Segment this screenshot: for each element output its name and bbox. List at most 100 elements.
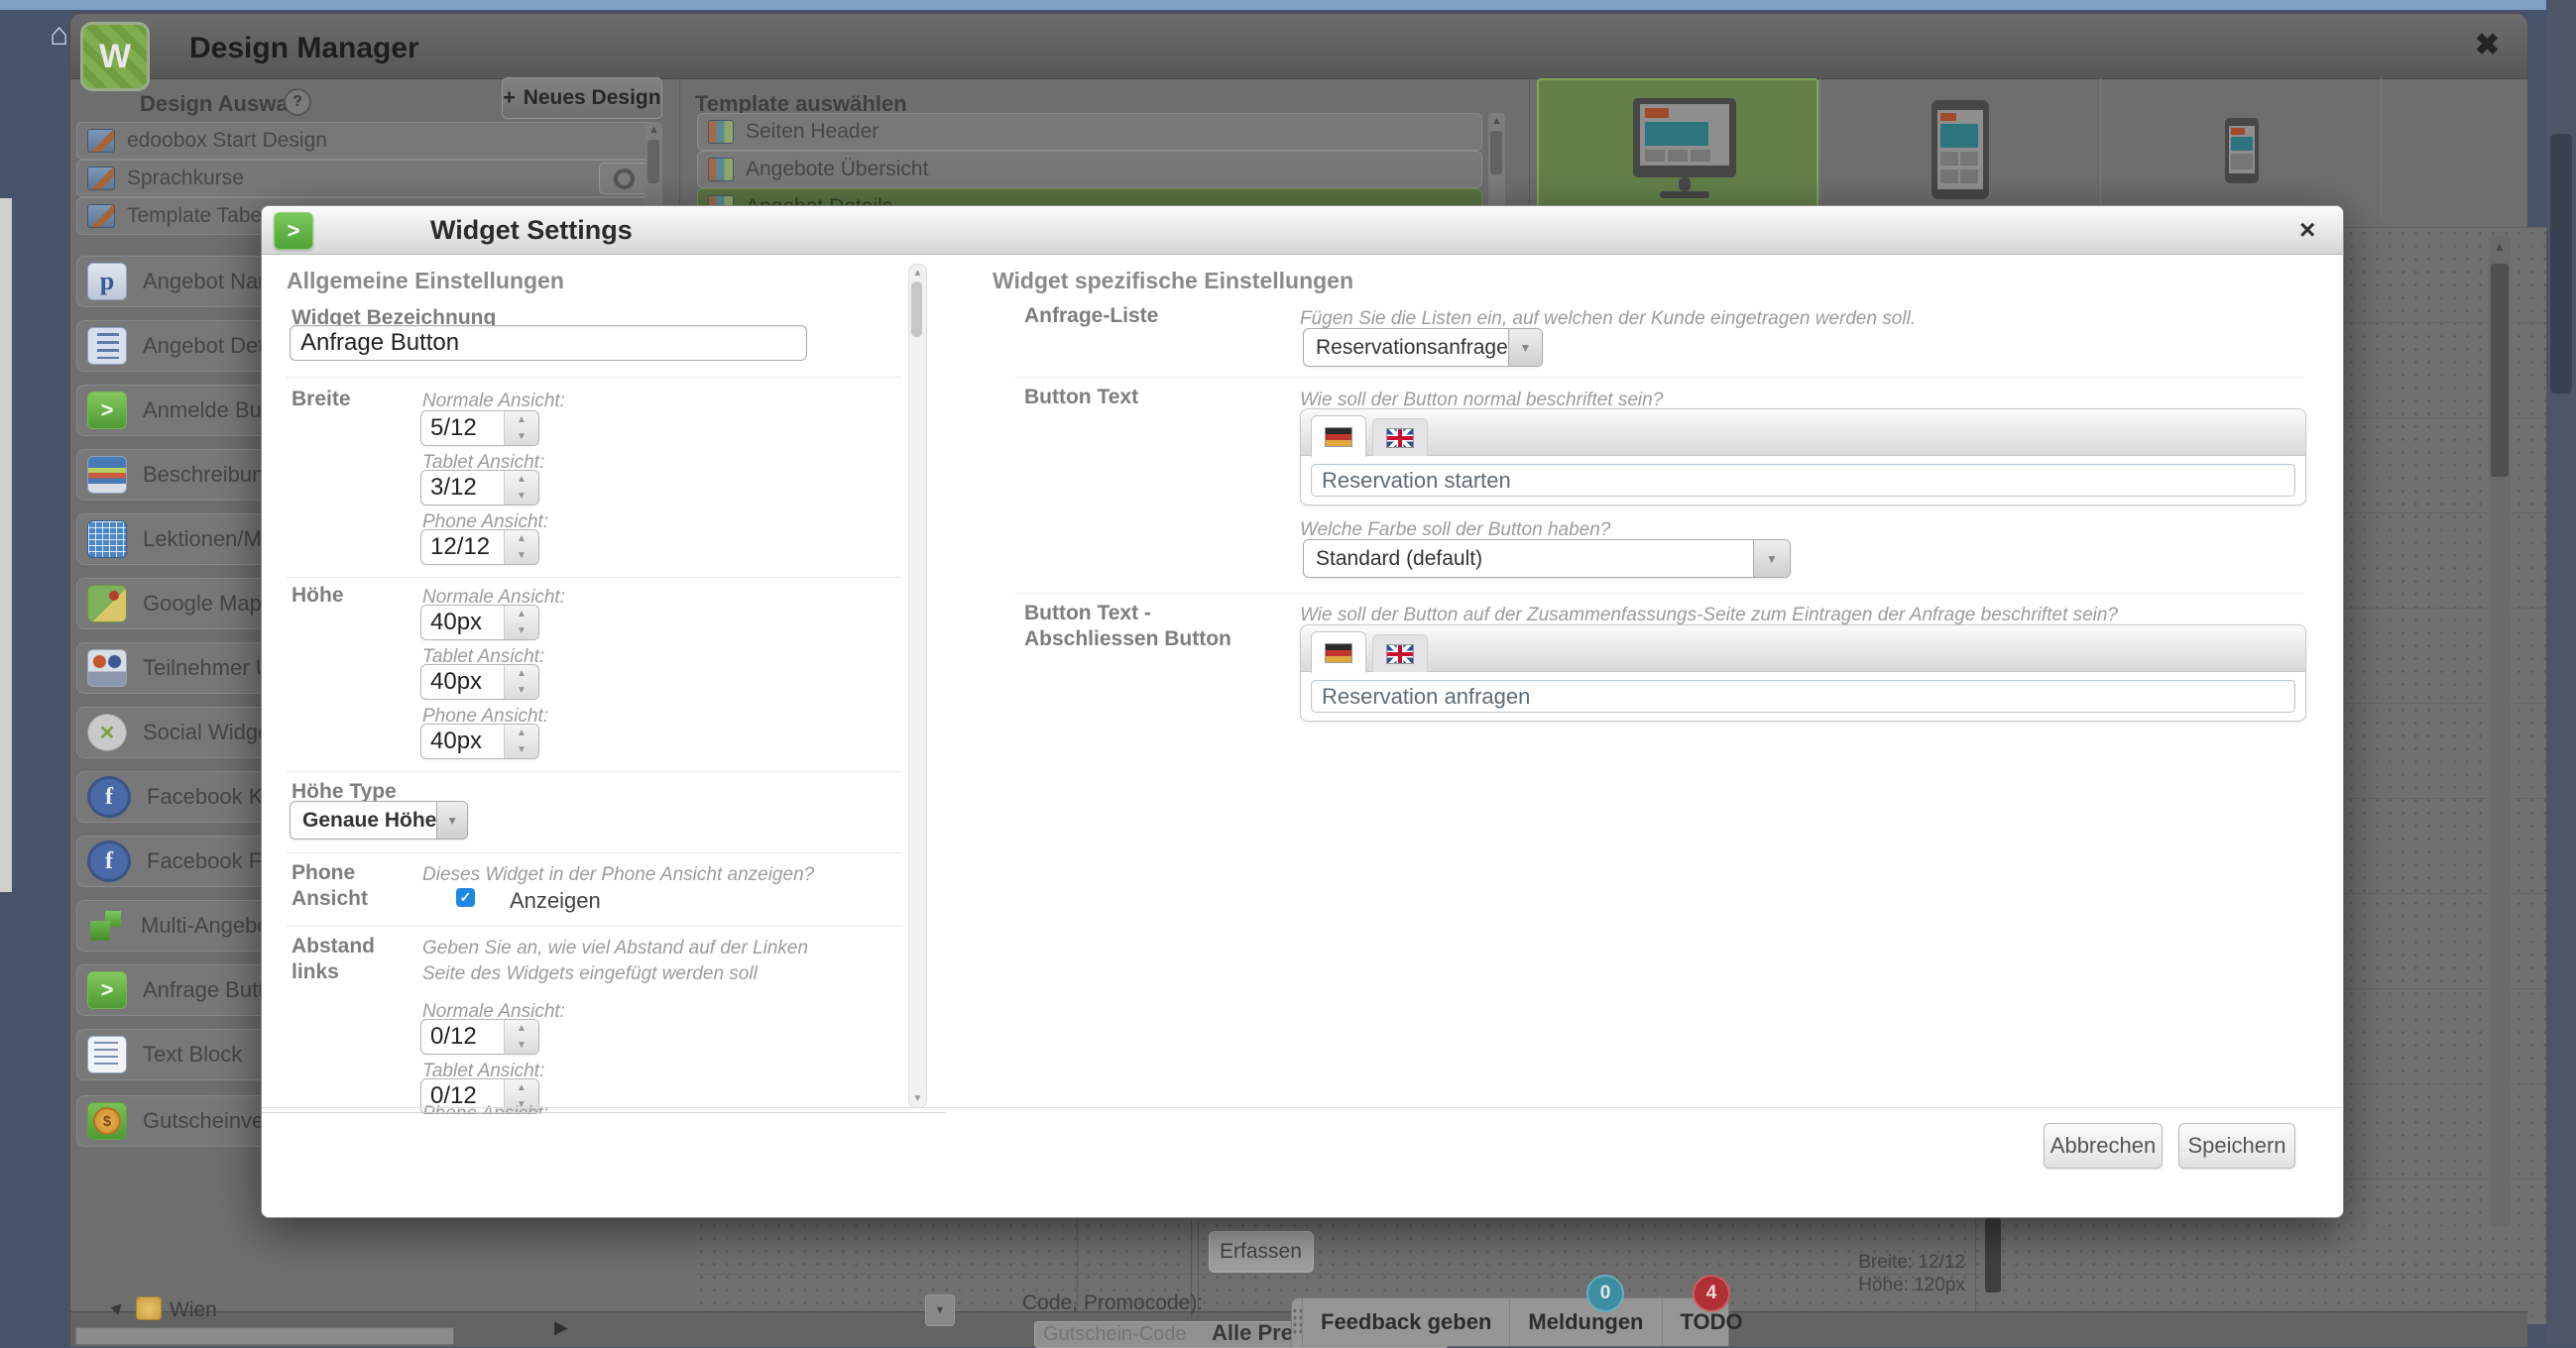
anzeigen-checkbox[interactable]: ✓	[456, 888, 475, 907]
plus-icon: +	[503, 86, 515, 110]
tree-dropdown-arrow-icon[interactable]: ▼	[925, 1294, 955, 1326]
breite-tablet-spinner[interactable]: 3/12 ▲ ▼	[420, 470, 539, 506]
spinner-up-icon[interactable]: ▲	[505, 1020, 538, 1037]
meldungen-button[interactable]: Meldungen	[1509, 1298, 1661, 1346]
german-flag-tab[interactable]	[1311, 631, 1366, 673]
tree-icon	[87, 327, 127, 365]
anfrage-liste-dropdown[interactable]: Reservationsanfrage ▼	[1303, 328, 1543, 367]
canvas-scrollbar-thumb[interactable]	[1985, 1218, 2001, 1292]
spinner-buttons: ▲ ▼	[504, 665, 538, 699]
hoehe-tablet-value[interactable]: 40px	[421, 665, 504, 699]
british-flag-icon	[1386, 644, 1414, 664]
design-list-item[interactable]: Sprachkurse	[76, 160, 659, 197]
hoehe-label: Höhe	[292, 583, 344, 609]
abschliessen-text-input[interactable]	[1311, 680, 2295, 713]
new-design-button[interactable]: + Neues Design	[502, 77, 662, 119]
spinner-buttons: ▲ ▼	[504, 606, 538, 639]
template-list-item[interactable]: Seiten Header	[697, 113, 1482, 151]
folder-icon	[136, 1296, 162, 1320]
scroll-up-icon[interactable]: ▲	[1488, 115, 1505, 127]
widget-name-input[interactable]	[290, 325, 807, 361]
scrollbar-thumb[interactable]	[1490, 131, 1502, 174]
spinner-down-icon[interactable]: ▼	[505, 488, 538, 505]
breite-normal-value[interactable]: 5/12	[421, 411, 504, 445]
dropdown-arrow-icon[interactable]: ▼	[1753, 540, 1790, 577]
german-flag-icon	[1325, 643, 1352, 663]
help-icon[interactable]: ?	[284, 88, 311, 116]
design-list-item[interactable]: edoobox Start Design	[76, 122, 659, 160]
dropdown-arrow-icon[interactable]: ▼	[1508, 329, 1542, 366]
feedback-button[interactable]: Feedback geben	[1302, 1298, 1509, 1346]
toolbar-grip-handle[interactable]	[1292, 1298, 1302, 1346]
german-flag-icon	[1325, 427, 1352, 447]
canvas-right-scrollbar[interactable]: ▲	[2489, 236, 2511, 1227]
bottom-scrollbar[interactable]	[75, 1327, 454, 1345]
map-icon	[87, 585, 127, 622]
hoehe-normal-spinner[interactable]: 40px ▲ ▼	[420, 605, 539, 640]
breite-tablet-value[interactable]: 3/12	[421, 471, 504, 505]
scroll-up-icon[interactable]: ▲	[909, 268, 926, 279]
spinner-up-icon[interactable]: ▲	[505, 530, 538, 547]
abstand-normal-value[interactable]: 0/12	[421, 1020, 504, 1054]
english-flag-tab[interactable]	[1372, 418, 1428, 456]
text-icon	[87, 1036, 127, 1073]
hoehe-phone-value[interactable]: 40px	[421, 725, 504, 758]
scroll-up-icon[interactable]: ▲	[2489, 240, 2511, 254]
erfassen-button[interactable]: Erfassen	[1209, 1231, 1314, 1273]
preview-phone-tile[interactable]	[2100, 78, 2382, 219]
window-close-icon[interactable]: ✖	[2475, 28, 2500, 62]
hoehe-tablet-spinner[interactable]: 40px ▲ ▼	[420, 664, 539, 700]
farbe-dropdown[interactable]: Standard (default) ▼	[1303, 539, 1791, 578]
spinner-buttons: ▲ ▼	[504, 1020, 538, 1054]
german-flag-tab[interactable]	[1311, 415, 1366, 457]
spinner-down-icon[interactable]: ▼	[505, 682, 538, 699]
abstand-normal-spinner[interactable]: 0/12 ▲ ▼	[420, 1019, 539, 1055]
spinner-down-icon[interactable]: ▼	[505, 1037, 538, 1054]
breite-phone-spinner[interactable]: 12/12 ▲ ▼	[420, 529, 539, 565]
hoehe-normal-value[interactable]: 40px	[421, 606, 504, 639]
spinner-up-icon[interactable]: ▲	[505, 665, 538, 682]
english-flag-tab[interactable]	[1372, 634, 1428, 672]
spinner-up-icon[interactable]: ▲	[505, 411, 538, 428]
scrollbar-thumb[interactable]	[2491, 264, 2509, 477]
modal-left-scroll-area[interactable]: Allgemeine Einstellungen Widget Bezeichn…	[262, 206, 946, 1114]
scrollbar-thumb[interactable]	[647, 140, 659, 183]
preview-tablet-tile[interactable]	[1819, 78, 2101, 219]
spinner-up-icon[interactable]: ▲	[505, 606, 538, 622]
page-scrollbar-thumb[interactable]	[2550, 134, 2572, 393]
hoehe-type-dropdown[interactable]: Genaue Höhe ▼	[290, 801, 468, 840]
modal-left-scrollbar[interactable]: ▲ ▼	[908, 264, 927, 1108]
design-item-label: edoobox Start Design	[127, 129, 327, 153]
breite-normal-spinner[interactable]: 5/12 ▲ ▼	[420, 410, 539, 446]
save-button[interactable]: Speichern	[2178, 1123, 2295, 1169]
home-icon[interactable]: ⌂	[50, 16, 68, 53]
spinner-down-icon[interactable]: ▼	[505, 741, 538, 758]
template-list-item[interactable]: Angebote Übersicht	[697, 151, 1482, 188]
design-settings-button[interactable]	[599, 163, 648, 194]
tree-item-wien[interactable]: Wien	[170, 1298, 217, 1322]
page-scrollbar[interactable]	[2546, 0, 2576, 1345]
spinner-up-icon[interactable]: ▲	[505, 471, 538, 488]
desktop-base	[1660, 191, 1709, 198]
expand-arrow-icon[interactable]: ▶	[554, 1317, 568, 1338]
hoehe-phone-spinner[interactable]: 40px ▲ ▼	[420, 724, 539, 759]
xing-icon: ✕	[87, 714, 127, 751]
spinner-up-icon[interactable]: ▲	[505, 1079, 538, 1096]
modal-close-icon[interactable]: ×	[2299, 214, 2315, 246]
spinner-up-icon[interactable]: ▲	[505, 725, 538, 741]
spinner-down-icon[interactable]: ▼	[505, 622, 538, 639]
breite-phone-value[interactable]: 12/12	[421, 530, 504, 564]
divider	[287, 852, 901, 853]
spinner-down-icon[interactable]: ▼	[505, 428, 538, 445]
abstand-label: Abstand links	[292, 934, 406, 986]
button-text-input[interactable]	[1311, 464, 2295, 497]
preview-desktop-tile[interactable]	[1537, 78, 1818, 223]
dropdown-arrow-icon[interactable]: ▼	[436, 802, 467, 839]
scrollbar-thumb[interactable]	[911, 281, 922, 337]
divider	[287, 771, 901, 772]
cancel-button[interactable]: Abbrechen	[2044, 1123, 2163, 1169]
spinner-down-icon[interactable]: ▼	[505, 547, 538, 564]
todo-count-badge: 4	[1693, 1275, 1730, 1312]
scroll-down-icon[interactable]: ▼	[909, 1093, 926, 1104]
scroll-up-icon[interactable]: ▲	[645, 124, 662, 136]
